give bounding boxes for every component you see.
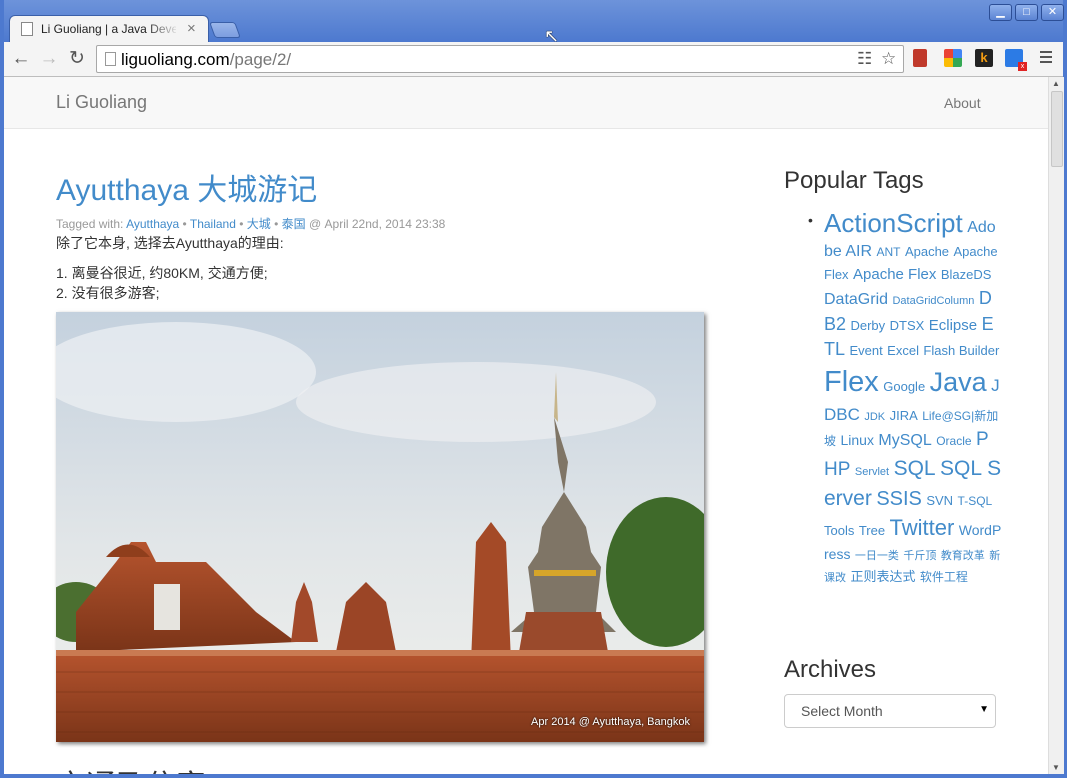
new-tab-button[interactable]: [209, 22, 241, 38]
close-window-button[interactable]: ✕: [1041, 4, 1064, 21]
page-icon: [105, 52, 116, 66]
menu-icon[interactable]: [1040, 51, 1052, 66]
tag-separator: •: [179, 217, 190, 231]
scrollbar-thumb[interactable]: [1051, 91, 1063, 167]
tag-cloud-link[interactable]: Tools: [824, 523, 854, 538]
maximize-button[interactable]: □: [1015, 4, 1038, 21]
star-icon[interactable]: ☆: [881, 49, 896, 69]
tag-cloud-link[interactable]: MySQL: [878, 432, 931, 449]
tag-cloud-link[interactable]: Eclipse: [929, 317, 977, 334]
tag-link[interactable]: Ayutthaya: [126, 217, 179, 231]
tag-cloud-link[interactable]: Flash Builder: [923, 343, 999, 358]
site-navbar: Li Guoliang About: [4, 77, 1048, 129]
scroll-up-arrow-icon[interactable]: ▲: [1052, 79, 1060, 88]
tag-cloud-link[interactable]: Apache Flex: [853, 266, 936, 283]
calendar-extension-icon[interactable]: x: [1005, 49, 1027, 71]
tag-cloud-link[interactable]: Servlet: [855, 466, 889, 478]
back-arrow-icon[interactable]: ←: [10, 48, 32, 70]
tag-cloud-link[interactable]: SQL: [894, 457, 936, 480]
reason-item: 1. 离曼谷很近, 约80KM, 交通方便;: [56, 265, 268, 281]
tab-title-fade: [146, 20, 180, 38]
ayutthaya-ruins-image: [56, 312, 704, 742]
next-section-heading: 交通及住宿: [56, 761, 206, 774]
select-value: Select Month: [801, 703, 883, 719]
tag-cloud: • ActionScript Adobe AIR ANT Apache Apac…: [808, 205, 1002, 588]
reason-item: 2. 没有很多游客;: [56, 285, 160, 301]
google-extension-icon[interactable]: [944, 49, 962, 67]
tag-cloud-link[interactable]: ActionScript: [824, 208, 963, 238]
error-badge-icon: x: [1018, 62, 1027, 71]
archives-heading: Archives: [784, 656, 877, 683]
tag-cloud-link[interactable]: SSIS: [876, 488, 922, 510]
site-brand-link[interactable]: Li Guoliang: [56, 92, 147, 113]
url-text: liguoliang.com/page/2/: [121, 50, 292, 69]
page-scrollbar[interactable]: ▲ ▼: [1048, 77, 1064, 774]
tag-cloud-link[interactable]: Twitter: [890, 515, 955, 540]
tag-cloud-link[interactable]: SVN: [926, 493, 953, 508]
scroll-down-arrow-icon[interactable]: ▼: [1052, 763, 1060, 772]
list-bullet: •: [808, 212, 813, 228]
tag-cloud-link[interactable]: Excel: [887, 343, 919, 358]
tag-cloud-link[interactable]: JIRA: [890, 408, 918, 423]
post-title-link[interactable]: Ayutthaya 大城游记: [56, 165, 317, 209]
post-photo[interactable]: Apr 2014 @ Ayutthaya, Bangkok: [56, 312, 704, 742]
tag-cloud-link[interactable]: Linux: [840, 432, 873, 448]
post-meta: Tagged with: Ayutthaya • Thailand • 大城 •…: [56, 215, 445, 232]
popular-tags-heading: Popular Tags: [784, 167, 924, 194]
forward-arrow-icon[interactable]: →: [38, 48, 60, 70]
tag-cloud-link[interactable]: 教育改革: [941, 550, 985, 562]
address-bar[interactable]: liguoliang.com/page/2/ ☷ ☆: [96, 45, 904, 73]
tag-cloud-link[interactable]: Flex: [824, 366, 879, 398]
minimize-button[interactable]: ▁: [989, 4, 1012, 21]
tag-cloud-link[interactable]: 千斤顶: [903, 550, 936, 562]
tag-cloud-link[interactable]: 一日一类: [855, 550, 899, 562]
k-extension-icon[interactable]: k: [975, 49, 993, 67]
tag-cloud-link[interactable]: Event: [849, 343, 882, 358]
tag-cloud-link[interactable]: DTSX: [890, 318, 925, 333]
tag-cloud-link[interactable]: BlazeDS: [941, 267, 992, 282]
reload-icon[interactable]: ↻: [66, 48, 88, 70]
tag-cloud-link[interactable]: Apache: [905, 244, 949, 259]
tag-link[interactable]: Thailand: [190, 217, 236, 231]
archives-month-select[interactable]: Select Month ▼: [784, 694, 996, 728]
browser-toolbar: ← → ↻ liguoliang.com/page/2/ ☷ ☆ k x: [4, 42, 1063, 77]
tag-link[interactable]: 泰国: [282, 217, 306, 231]
browser-tab[interactable]: Li Guoliang | a Java Developer ×: [10, 16, 208, 42]
tag-cloud-link[interactable]: T-SQL: [958, 494, 993, 508]
tag-link[interactable]: 大城: [247, 217, 271, 231]
tag-cloud-link[interactable]: Derby: [850, 318, 885, 333]
tag-cloud-link[interactable]: ANT: [876, 245, 900, 259]
post-date: @ April 22nd, 2014 23:38: [305, 217, 446, 231]
dropdown-arrow-icon: ▼: [979, 704, 989, 715]
tag-separator: •: [235, 217, 247, 231]
nav-about-link[interactable]: About: [944, 95, 981, 111]
tag-separator: •: [270, 217, 282, 231]
page-icon: [21, 22, 33, 36]
tag-cloud-link[interactable]: Oracle: [936, 434, 971, 448]
tag-cloud-link[interactable]: 软件工程: [920, 570, 968, 584]
tag-cloud-link[interactable]: DataGrid: [824, 291, 888, 308]
tag-cloud-link[interactable]: 正则表达式: [850, 569, 915, 584]
tab-close-icon[interactable]: ×: [187, 20, 196, 37]
photo-caption: Apr 2014 @ Ayutthaya, Bangkok: [531, 716, 690, 728]
tag-cloud-link[interactable]: Java: [930, 367, 987, 397]
tag-cloud-link[interactable]: Google: [883, 379, 925, 394]
post-intro: 除了它本身, 选择去Ayutthaya的理由:: [56, 235, 284, 251]
tag-cloud-link[interactable]: Tree: [859, 523, 885, 538]
tag-cloud-link[interactable]: JDK: [864, 411, 885, 423]
window-frame-bottom: [0, 774, 1067, 778]
reader-mode-icon[interactable]: ☷: [857, 49, 872, 69]
tag-cloud-link[interactable]: DataGridColumn: [892, 295, 974, 307]
page-viewport: Li Guoliang About Ayutthaya 大城游记 Tagged …: [4, 77, 1048, 774]
bookmark-extension-icon[interactable]: [913, 49, 927, 67]
meta-prefix: Tagged with:: [56, 217, 127, 231]
